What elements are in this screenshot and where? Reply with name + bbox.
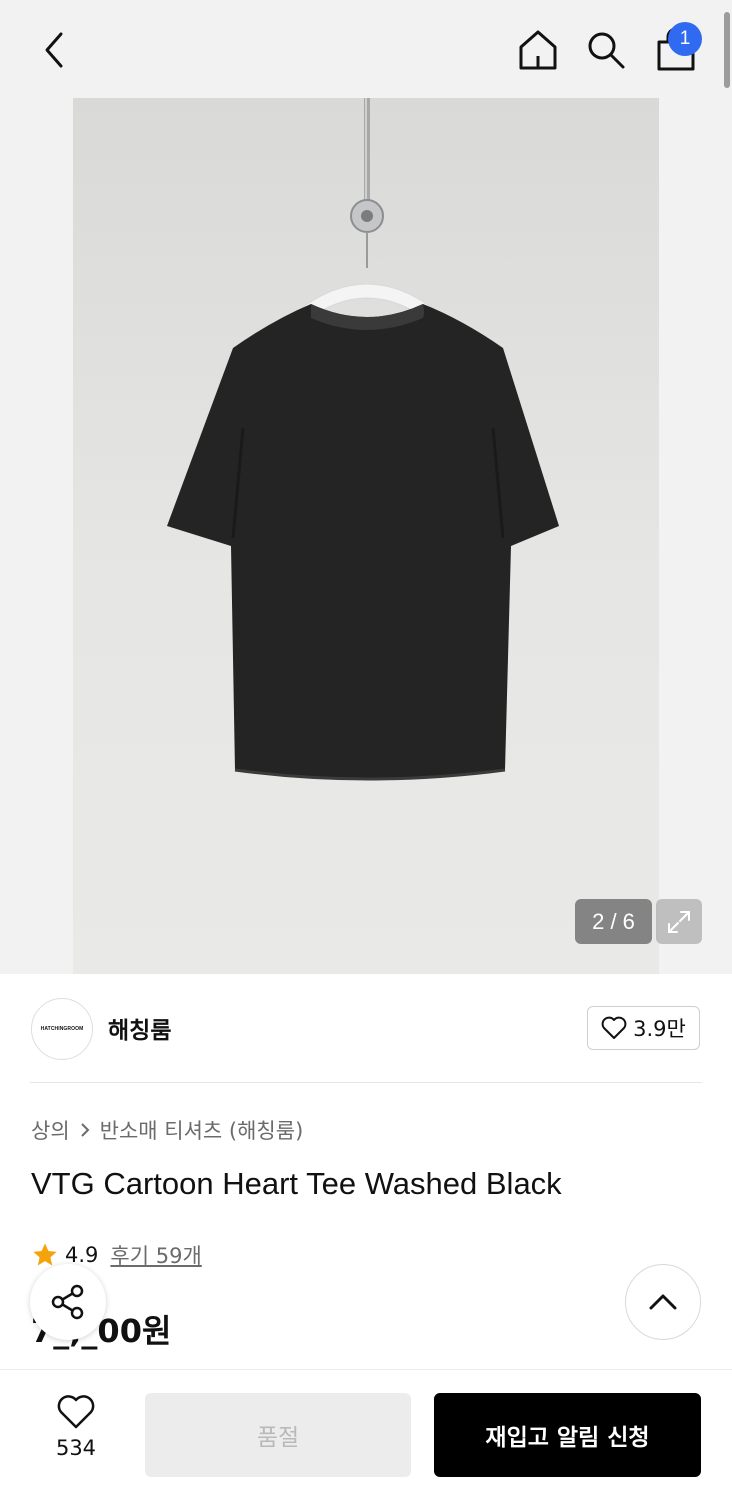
image-counter: 2 / 6 [575,899,652,944]
breadcrumb-category[interactable]: 상의 [31,1115,70,1145]
heart-icon [57,1395,95,1429]
fullscreen-button[interactable] [656,899,702,944]
scroll-top-button[interactable] [625,1264,701,1340]
product-title: VTG Cartoon Heart Tee Washed Black [31,1166,562,1201]
brand-like-count: 3.9만 [633,1017,686,1041]
sold-out-button[interactable]: 품절 [145,1393,411,1477]
divider [30,1082,702,1083]
wishlist-count: 534 [55,1436,97,1460]
brand-name[interactable]: 해칭룸 [108,1011,171,1045]
cart-count-badge: 1 [668,22,702,56]
brand-avatar[interactable]: HATCHINGROOM [31,998,93,1060]
search-button[interactable] [578,24,634,76]
chevron-right-icon [80,1123,90,1137]
home-button[interactable] [510,24,566,76]
brand-logo: HATCHINGROOM [40,1026,84,1032]
chevron-up-icon [649,1294,677,1310]
wishlist-button[interactable]: 534 [40,1394,112,1474]
back-button[interactable] [28,24,80,76]
product-image[interactable] [73,98,659,974]
heart-icon [601,1016,627,1039]
t-shirt-photo [167,98,559,781]
share-button[interactable] [30,1264,106,1340]
restock-alert-button[interactable]: 재입고 알림 신청 [434,1393,701,1477]
chevron-left-icon [45,32,63,68]
product-gallery[interactable] [0,98,732,974]
search-icon [588,32,625,69]
share-icon [51,1284,84,1320]
breadcrumb: 상의 반소매 티셔츠 (해칭룸) [31,1115,303,1145]
brand-like-button[interactable]: 3.9만 [587,1006,700,1050]
scrollbar[interactable] [724,12,730,88]
reviews-link[interactable]: 후기 59개 [110,1240,201,1270]
star-icon [33,1243,57,1266]
home-icon [519,30,557,70]
breadcrumb-subcategory[interactable]: 반소매 티셔츠 (해칭룸) [100,1115,304,1145]
expand-icon [668,910,690,933]
